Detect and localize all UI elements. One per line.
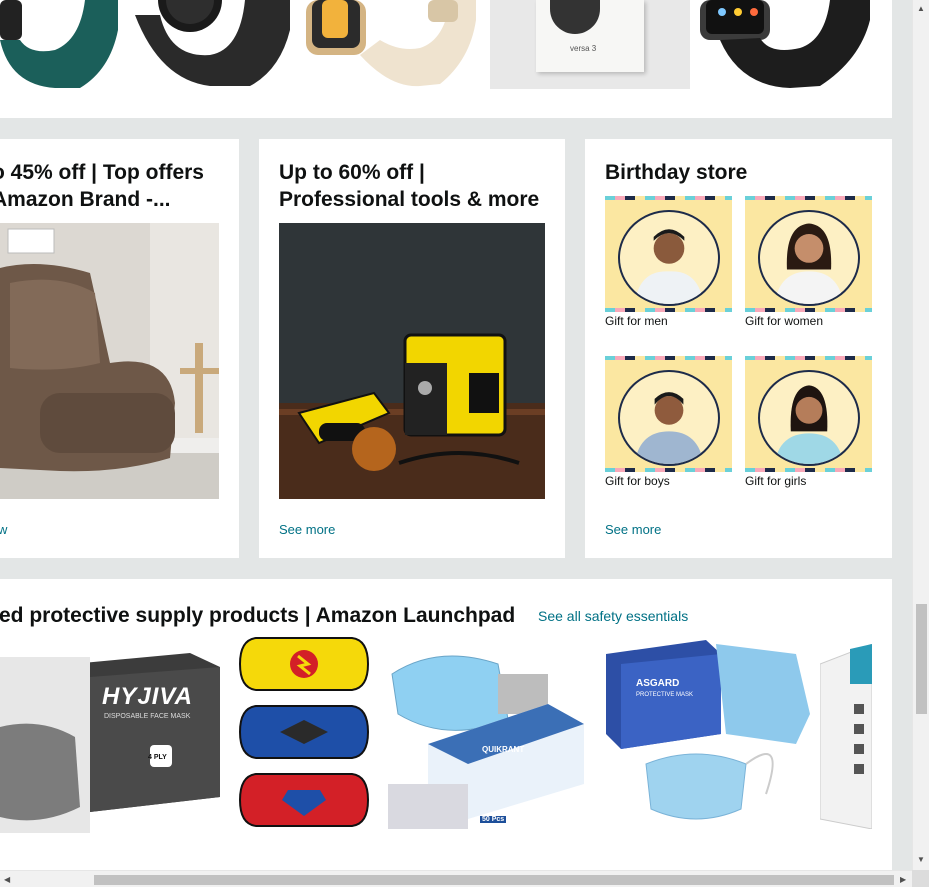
see-more-link[interactable]: w xyxy=(0,522,7,537)
see-all-safety-link[interactable]: See all safety essentials xyxy=(538,608,688,624)
gift-label: Gift for boys xyxy=(605,474,670,488)
product-asgard-mask[interactable]: ASGARD PROTECTIVE MASK xyxy=(596,634,810,834)
gift-women-image xyxy=(745,196,872,312)
horizontal-scroll-thumb[interactable] xyxy=(94,875,894,885)
card-title: Birthday store xyxy=(605,161,748,184)
quikrant-brand: QUIKRANT xyxy=(482,745,525,754)
row-title: ted protective supply products | Amazon … xyxy=(0,604,516,627)
card-title-line2: Amazon Brand -... xyxy=(0,188,171,211)
page-viewport: versa 3 o 45% off | Top offers Amazon Br… xyxy=(0,0,912,870)
see-more-link[interactable]: See more xyxy=(279,522,335,537)
product-superhero-masks[interactable] xyxy=(236,634,372,834)
smartwatch-strip: versa 3 xyxy=(0,0,892,118)
hyjiva-ply: 4 PLY xyxy=(148,754,167,761)
gift-men-image xyxy=(605,196,732,312)
recliner-image[interactable] xyxy=(0,223,219,499)
gift-boys-image xyxy=(605,356,732,472)
tools-image[interactable] xyxy=(279,223,545,499)
card-title-line2: Professional tools & more xyxy=(279,188,540,211)
card-birthday-store: Birthday store Gift for men Gift for wom… xyxy=(585,139,892,558)
scroll-left-arrow-icon[interactable]: ◀ xyxy=(4,875,10,884)
gift-label: Gift for women xyxy=(745,314,824,328)
gift-tile-boys[interactable]: Gift for boys xyxy=(605,356,732,488)
product-watch-black[interactable] xyxy=(130,0,295,90)
safety-products-row: ted protective supply products | Amazon … xyxy=(0,579,892,870)
vertical-scrollbar[interactable]: ▲ ▼ xyxy=(912,0,929,870)
gift-label: Gift for men xyxy=(605,314,668,328)
scroll-right-arrow-icon[interactable]: ▶ xyxy=(900,875,906,884)
product-watch-green[interactable] xyxy=(0,0,118,90)
product-watch-amazfit[interactable] xyxy=(700,0,872,90)
product-watch-cream[interactable] xyxy=(300,0,478,90)
asgard-brand: ASGARD xyxy=(636,678,680,689)
gift-girls-image xyxy=(745,356,872,472)
hyjiva-brand: HYJIVA xyxy=(102,683,193,710)
card-title: Up to 60% off | Professional tools & mor… xyxy=(279,159,539,213)
product-fitbit-box[interactable]: versa 3 xyxy=(490,0,690,89)
card-title-line1: o 45% off | Top offers xyxy=(0,161,204,184)
product-quikrant-mask[interactable]: QUIKRANT 50 Pcs xyxy=(388,634,586,834)
card-top-offers: o 45% off | Top offers Amazon Brand -...… xyxy=(0,139,239,558)
horizontal-scrollbar[interactable]: ◀ ▶ xyxy=(0,870,912,887)
gift-tile-men[interactable]: Gift for men xyxy=(605,196,732,328)
quikrant-count: 50 Pcs xyxy=(480,816,507,823)
gift-label: Gift for girls xyxy=(745,474,807,488)
scroll-down-arrow-icon[interactable]: ▼ xyxy=(917,855,925,864)
gift-tile-women[interactable]: Gift for women xyxy=(745,196,872,328)
card-professional-tools: Up to 60% off | Professional tools & mor… xyxy=(259,139,565,558)
product-partial-box[interactable] xyxy=(820,644,872,829)
see-more-link[interactable]: See more xyxy=(605,522,661,537)
asgard-sub: PROTECTIVE MASK xyxy=(636,692,694,698)
card-title-line1: Up to 60% off | xyxy=(279,161,425,184)
scroll-up-arrow-icon[interactable]: ▲ xyxy=(917,4,925,13)
versa-text: versa 3 xyxy=(570,44,597,53)
card-title: o 45% off | Top offers Amazon Brand -... xyxy=(0,159,204,213)
scrollbar-corner xyxy=(912,870,929,887)
product-hyjiva-mask[interactable]: HYJIVA DISPOSABLE FACE MASK 4 PLY xyxy=(0,637,222,833)
hyjiva-sub: DISPOSABLE FACE MASK xyxy=(104,713,191,720)
gift-tile-girls[interactable]: Gift for girls xyxy=(745,356,872,488)
vertical-scroll-thumb[interactable] xyxy=(916,604,927,714)
